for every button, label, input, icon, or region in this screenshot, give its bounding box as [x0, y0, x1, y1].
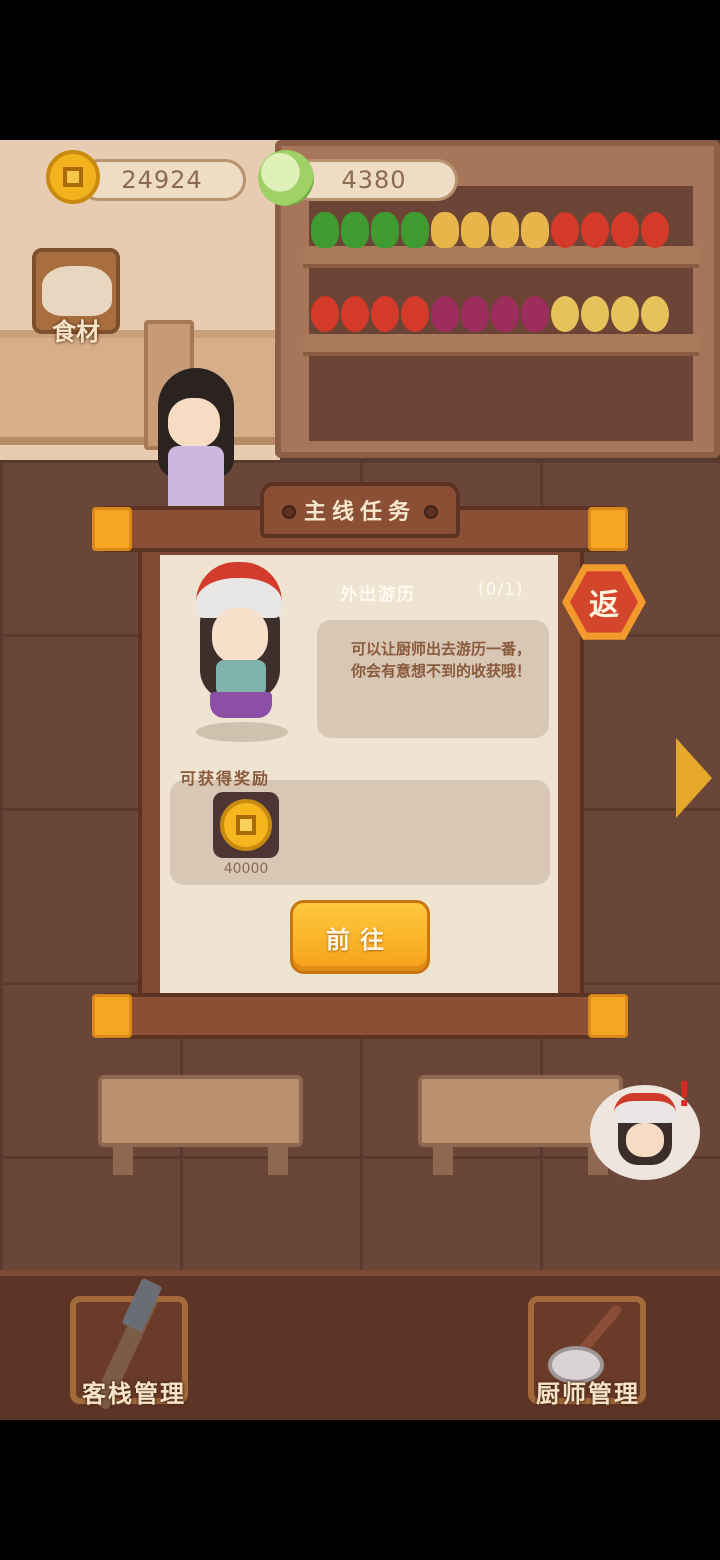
- reward-title: 可获得奖励: [180, 769, 271, 788]
- modal-title-plate: 主线任务: [260, 482, 460, 538]
- quest-npc-portrait: [192, 552, 288, 742]
- quest-name: 外出游历: [340, 585, 416, 605]
- copper-coin-icon: [220, 799, 272, 851]
- modal-title: 主线任务: [303, 500, 416, 525]
- quest-description-box: 可以让厨师出去游历一番，你会有意想不到的收获哦！: [317, 620, 549, 738]
- reward-amount: 40000: [223, 861, 269, 877]
- go-button[interactable]: 前往: [290, 900, 430, 974]
- quest-progress: (0/1): [478, 580, 524, 600]
- return-button[interactable]: 返: [562, 560, 646, 644]
- quest-description: 可以让厨师出去游历一番，你会有意想不到的收获哦！: [351, 640, 532, 680]
- reward-item[interactable]: [213, 792, 279, 858]
- modal-bottom-beam: [100, 993, 620, 1039]
